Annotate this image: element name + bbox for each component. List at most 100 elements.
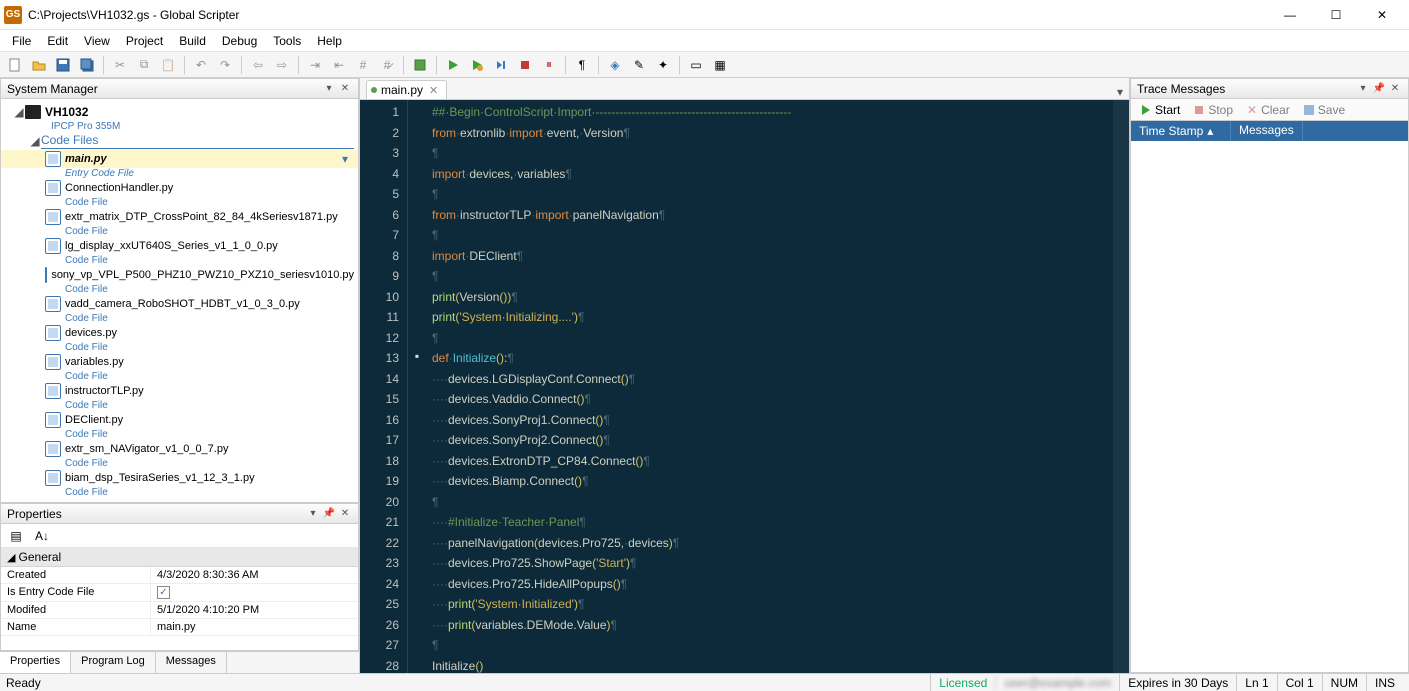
debug-button[interactable]	[466, 54, 488, 76]
redo-button[interactable]: ↷	[214, 54, 236, 76]
trace-clear-button[interactable]: ✕Clear	[1241, 101, 1296, 119]
prop-name: Modifed	[1, 602, 151, 619]
file-name: main.py	[65, 153, 107, 165]
layout-2-button[interactable]: ▦	[709, 54, 731, 76]
prop-value[interactable]: ✓	[151, 584, 358, 602]
checkbox-checked-icon[interactable]: ✓	[157, 586, 170, 599]
panel-close-icon[interactable]: ✕	[338, 82, 352, 96]
menu-view[interactable]: View	[76, 32, 118, 50]
open-button[interactable]	[28, 54, 50, 76]
file-node[interactable]: biam_dsp_TesiraSeries_v1_12_3_1.py	[1, 469, 358, 487]
panel-dropdown-icon[interactable]: ▾	[322, 82, 336, 96]
build-button[interactable]	[409, 54, 431, 76]
bottom-tab-properties[interactable]: Properties	[0, 652, 71, 673]
menu-build[interactable]: Build	[171, 32, 214, 50]
tab-menu-icon[interactable]: ▾	[1111, 85, 1129, 99]
trace-start-button[interactable]: Start	[1135, 101, 1186, 119]
prop-value[interactable]: 4/3/2020 8:30:36 AM	[151, 567, 358, 584]
file-node[interactable]: instructorTLP.py	[1, 382, 358, 400]
paste-button[interactable]: 📋	[157, 54, 179, 76]
file-node[interactable]: devices.py	[1, 324, 358, 342]
panel-close-icon[interactable]: ✕	[338, 507, 352, 521]
status-col: Col 1	[1277, 674, 1322, 691]
trace-col-timestamp[interactable]: Time Stamp▴	[1131, 121, 1231, 141]
statusbar: Ready Licensed user@example.com Expires …	[0, 673, 1409, 691]
minimize-button[interactable]: —	[1267, 0, 1313, 30]
menu-project[interactable]: Project	[118, 32, 171, 50]
menu-debug[interactable]: Debug	[214, 32, 265, 50]
file-node[interactable]: extr_matrix_DTP_CrossPoint_82_84_4kSerie…	[1, 208, 358, 226]
file-type: Code File	[65, 429, 358, 440]
file-node[interactable]: variables.py	[1, 353, 358, 371]
tool-1-button[interactable]: ✎	[628, 54, 650, 76]
uncomment-button[interactable]: #̷	[376, 54, 398, 76]
step-button[interactable]	[490, 54, 512, 76]
panel-close-icon[interactable]: ✕	[1388, 82, 1402, 96]
file-dropdown-icon[interactable]: ▾	[342, 152, 348, 166]
panel-pin-icon[interactable]: 📌	[322, 507, 336, 521]
status-line: Ln 1	[1236, 674, 1276, 691]
properties-panel: Properties ▾ 📌 ✕ ▤ A↓ ◢ General Created4…	[0, 503, 359, 651]
indent-button[interactable]: ⇥	[304, 54, 326, 76]
file-node[interactable]: main.py ▾	[1, 150, 358, 168]
cut-button[interactable]: ✂	[109, 54, 131, 76]
nav-back-button[interactable]: ⇦	[247, 54, 269, 76]
file-type: Code File	[65, 487, 358, 498]
vertical-scrollbar[interactable]	[1113, 100, 1129, 673]
file-node[interactable]: DEClient.py	[1, 411, 358, 429]
bookmark-button[interactable]: ◈	[604, 54, 626, 76]
file-type: Entry Code File	[65, 168, 358, 179]
file-node[interactable]: vadd_camera_RoboSHOT_HDBT_v1_0_3_0.py	[1, 295, 358, 313]
menu-help[interactable]: Help	[309, 32, 350, 50]
file-name: sony_vp_VPL_P500_PHZ10_PWZ10_PXZ10_serie…	[51, 269, 354, 281]
panel-dropdown-icon[interactable]: ▾	[306, 507, 320, 521]
outdent-button[interactable]: ⇤	[328, 54, 350, 76]
prop-value[interactable]: 5/1/2020 4:10:20 PM	[151, 602, 358, 619]
device-node[interactable]: ◢ VH1032	[1, 103, 358, 121]
tool-2-button[interactable]: ✦	[652, 54, 674, 76]
run-button[interactable]	[442, 54, 464, 76]
bottom-tab-program-log[interactable]: Program Log	[71, 652, 156, 673]
comment-button[interactable]: #	[352, 54, 374, 76]
editor-tab-label: main.py	[381, 83, 423, 97]
file-node[interactable]: lg_display_xxUT640S_Series_v1_1_0_0.py	[1, 237, 358, 255]
close-button[interactable]: ✕	[1359, 0, 1405, 30]
file-node[interactable]: ConnectionHandler.py	[1, 179, 358, 197]
pause-button[interactable]: ⏸	[538, 54, 560, 76]
code-area[interactable]: 1234567891011121314151617181920212223242…	[360, 100, 1129, 673]
new-file-button[interactable]	[4, 54, 26, 76]
status-ins: INS	[1366, 674, 1403, 691]
props-categorized-button[interactable]: ▤	[5, 525, 27, 547]
prop-value[interactable]: main.py	[151, 619, 358, 636]
undo-button[interactable]: ↶	[190, 54, 212, 76]
file-node[interactable]: extr_sm_NAVigator_v1_0_0_7.py	[1, 440, 358, 458]
maximize-button[interactable]: ☐	[1313, 0, 1359, 30]
python-file-icon	[45, 151, 61, 167]
menu-edit[interactable]: Edit	[39, 32, 76, 50]
panel-pin-icon[interactable]: 📌	[1372, 82, 1386, 96]
menu-file[interactable]: File	[4, 32, 39, 50]
save-button[interactable]	[52, 54, 74, 76]
trace-save-button[interactable]: Save	[1298, 101, 1351, 119]
editor-tab-main[interactable]: main.py ✕	[366, 80, 447, 99]
trace-stop-button[interactable]: Stop	[1188, 101, 1239, 119]
saved-indicator-icon	[371, 87, 377, 93]
whitespace-button[interactable]: ¶	[571, 54, 593, 76]
code-files-node[interactable]: ◢ Code Files	[1, 132, 358, 150]
tab-close-icon[interactable]: ✕	[429, 84, 438, 97]
trace-col-messages[interactable]: Messages	[1231, 121, 1303, 141]
menubar: FileEditViewProjectBuildDebugToolsHelp	[0, 30, 1409, 52]
menu-tools[interactable]: Tools	[265, 32, 309, 50]
panel-dropdown-icon[interactable]: ▾	[1356, 82, 1370, 96]
titlebar: GS C:\Projects\VH1032.gs - Global Script…	[0, 0, 1409, 30]
bottom-tab-messages[interactable]: Messages	[156, 652, 227, 673]
layout-1-button[interactable]: ▭	[685, 54, 707, 76]
props-sort-button[interactable]: A↓	[31, 525, 53, 547]
file-name: variables.py	[65, 356, 124, 368]
copy-button[interactable]: ⧉	[133, 54, 155, 76]
file-node[interactable]: sony_vp_VPL_P500_PHZ10_PWZ10_PXZ10_serie…	[1, 266, 358, 284]
stop-button[interactable]	[514, 54, 536, 76]
save-all-button[interactable]	[76, 54, 98, 76]
nav-fwd-button[interactable]: ⇨	[271, 54, 293, 76]
props-section-general[interactable]: ◢ General	[1, 548, 358, 567]
